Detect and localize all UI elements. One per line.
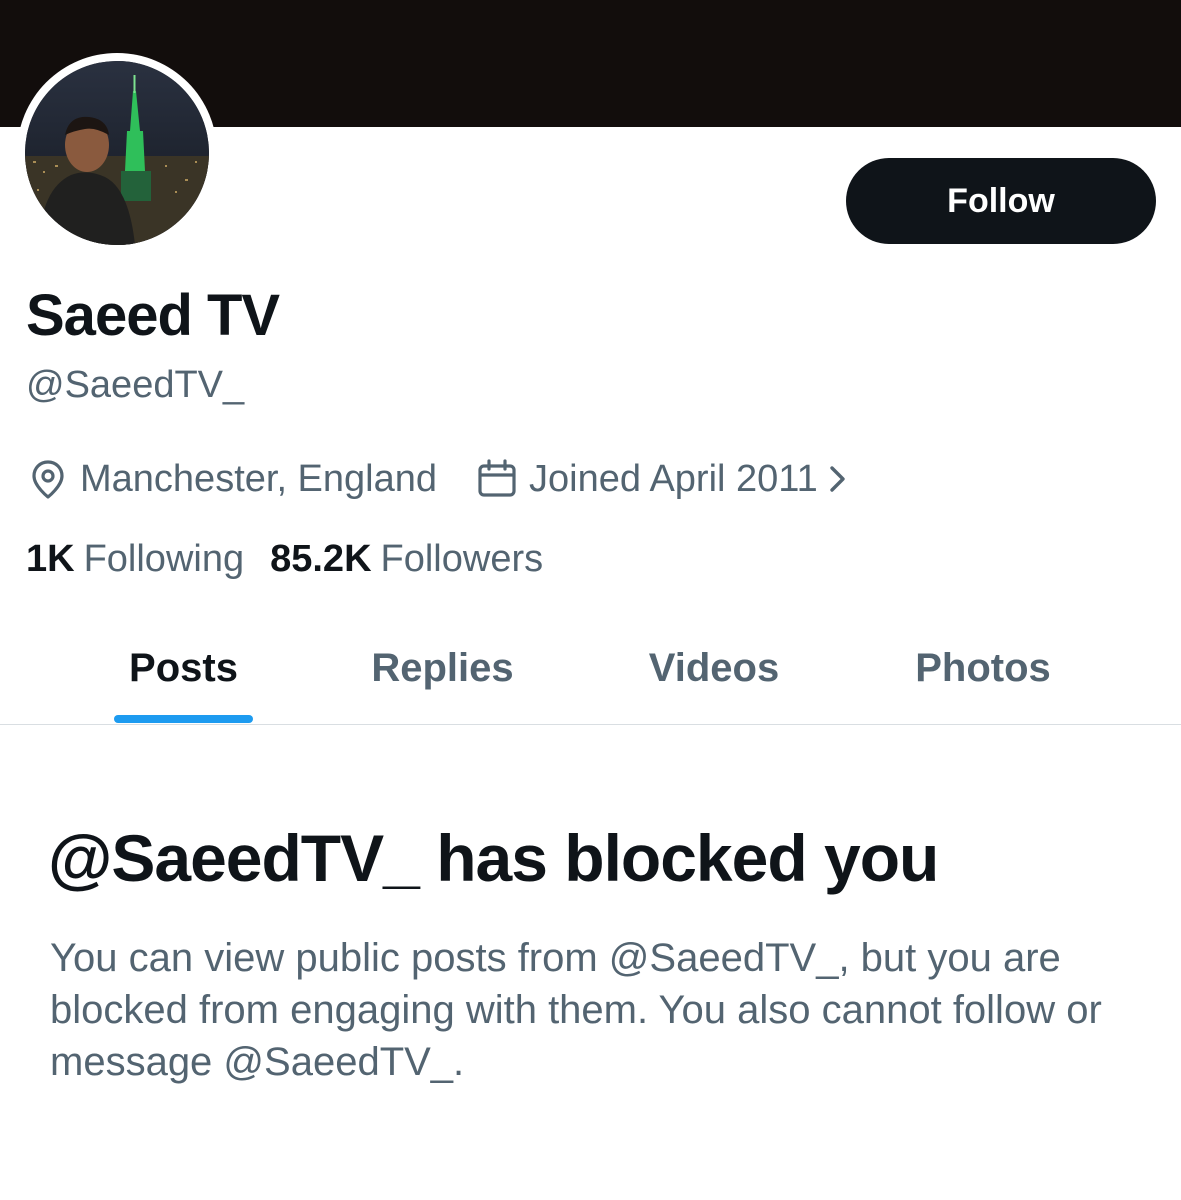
avatar-image [25,61,209,245]
calendar-icon [475,457,519,501]
following-label: Following [83,538,245,580]
joined-date[interactable]: Joined April 2011 [475,457,848,501]
chevron-right-icon [828,464,848,494]
profile-tabs: Posts Replies Videos Photos [0,612,1181,725]
follow-button[interactable]: Follow [846,158,1156,244]
tab-photos[interactable]: Photos [898,612,1068,724]
followers-count: 85.2K [270,538,372,580]
joined-text: Joined April 2011 [529,457,818,500]
display-name: Saeed TV [26,283,280,348]
tab-replies[interactable]: Replies [355,612,530,724]
avatar-ring [17,53,217,253]
avatar[interactable] [25,61,209,245]
blocked-title: @SaeedTV_ has blocked you [48,821,939,895]
followers-link[interactable]: 85.2K Followers [270,538,543,581]
followers-label: Followers [380,538,544,580]
location: Manchester, England [26,457,437,501]
location-text: Manchester, England [80,457,438,500]
tab-posts[interactable]: Posts [114,612,253,724]
following-count: 1K [26,538,75,580]
blocked-message: You can view public posts from @SaeedTV_… [50,936,1102,1084]
location-pin-icon [26,457,70,501]
active-tab-indicator [114,715,253,723]
tab-videos[interactable]: Videos [630,612,798,724]
handle: @SaeedTV_ [26,364,245,406]
profile-meta: Manchester, England Joined April 2011 [26,455,848,503]
follow-stats: 1K Following 85.2K Followers [26,538,543,581]
following-link[interactable]: 1K Following [26,538,244,581]
